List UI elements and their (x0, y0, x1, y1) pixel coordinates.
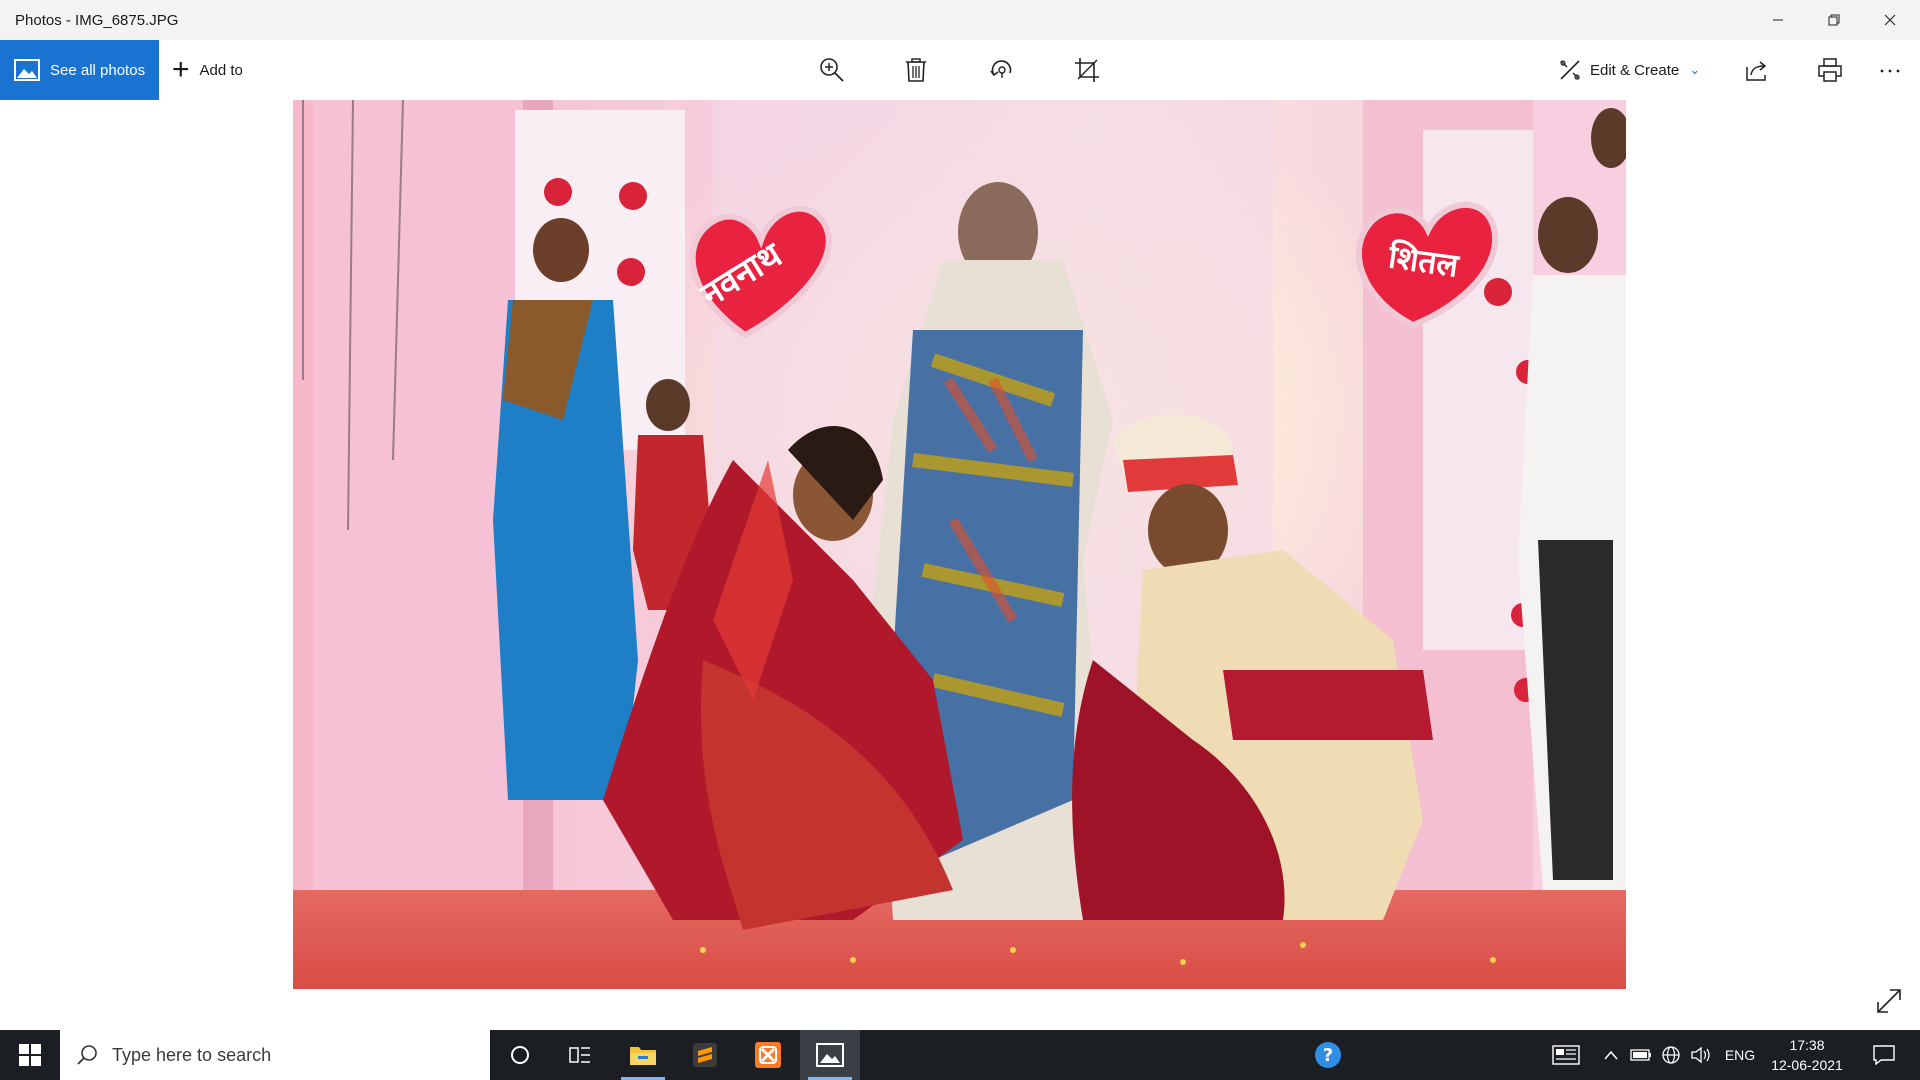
more-icon (1880, 69, 1900, 73)
battery-icon (1630, 1049, 1651, 1061)
sublime-text-taskbar-button[interactable] (675, 1030, 735, 1080)
see-all-photos-label: See all photos (50, 61, 146, 79)
speaker-icon (1691, 1046, 1710, 1064)
restore-icon (1828, 14, 1840, 26)
start-button[interactable] (0, 1030, 60, 1080)
expand-icon (1877, 989, 1901, 1013)
trash-icon (906, 58, 926, 82)
clock-date: 12-06-2021 (1771, 1057, 1843, 1073)
share-button[interactable] (1737, 52, 1777, 88)
photos-app-icon (816, 1043, 844, 1067)
clock-time: 17:38 (1789, 1037, 1825, 1053)
cortana-button[interactable] (490, 1030, 550, 1080)
share-icon (1746, 61, 1767, 81)
edit-create-label: Edit & Create (1590, 61, 1680, 79)
folder-icon (630, 1047, 656, 1065)
edit-create-button[interactable]: Edit & Create ⌄ (1558, 40, 1700, 100)
news-widget-button[interactable] (1548, 1030, 1584, 1080)
crop-icon (1075, 58, 1099, 82)
minimize-button[interactable] (1750, 0, 1806, 40)
search-icon (77, 1045, 97, 1065)
help-taskbar-button[interactable]: ? (1298, 1030, 1358, 1080)
photos-icon (14, 59, 40, 81)
close-button[interactable] (1862, 0, 1918, 40)
minimize-icon (1773, 19, 1783, 21)
plus-icon: + (172, 53, 190, 86)
globe-icon (1662, 1046, 1680, 1064)
photos-taskbar-button[interactable] (800, 1030, 860, 1080)
xampp-icon (755, 1042, 781, 1068)
more-options-button[interactable] (1870, 52, 1910, 88)
sublime-text-icon (693, 1043, 717, 1067)
taskbar-search-box[interactable]: Type here to search (60, 1030, 490, 1080)
cortana-icon (511, 1046, 529, 1064)
show-hidden-icons-button[interactable] (1600, 1030, 1622, 1080)
task-view-button[interactable] (550, 1030, 610, 1080)
title-bar: Photos - IMG_6875.JPG (0, 0, 1920, 40)
xampp-taskbar-button[interactable] (738, 1030, 798, 1080)
windows-logo-icon (19, 1044, 41, 1066)
photo-image[interactable]: नवनाथ शितल (293, 100, 1626, 989)
crop-button[interactable] (1067, 52, 1107, 88)
wedding-photo: नवनाथ शितल (293, 100, 1626, 989)
zoom-button[interactable] (812, 52, 852, 88)
action-center-button[interactable] (1862, 1030, 1906, 1080)
close-icon (1884, 14, 1896, 26)
battery-button[interactable] (1628, 1030, 1654, 1080)
network-button[interactable] (1658, 1030, 1684, 1080)
taskbar: Type here to search ? ENG 17:38 12-06-20… (0, 1030, 1920, 1080)
full-screen-button[interactable] (1872, 984, 1906, 1018)
add-to-button[interactable]: + Add to (172, 40, 243, 100)
file-explorer-taskbar-button[interactable] (613, 1030, 673, 1080)
edit-create-icon (1560, 60, 1580, 80)
print-icon (1818, 58, 1842, 82)
delete-button[interactable] (896, 52, 936, 88)
toolbar: See all photos + Add to Edit & Create ⌄ (0, 40, 1920, 100)
task-view-icon (569, 1047, 590, 1063)
restore-button[interactable] (1806, 0, 1862, 40)
search-placeholder: Type here to search (112, 1044, 272, 1065)
taskbar-clock[interactable]: 17:38 12-06-2021 (1754, 1035, 1860, 1075)
window-title: Photos - IMG_6875.JPG (15, 12, 179, 29)
notification-icon (1873, 1045, 1895, 1065)
print-button[interactable] (1810, 52, 1850, 88)
chevron-up-icon (1604, 1050, 1618, 1060)
see-all-photos-button[interactable]: See all photos (0, 40, 159, 100)
zoom-in-icon (820, 58, 844, 82)
news-icon (1552, 1045, 1580, 1065)
svg-text:?: ? (1323, 1045, 1333, 1066)
help-icon: ? (1315, 1042, 1341, 1068)
add-to-label: Add to (199, 61, 243, 79)
rotate-button[interactable] (982, 52, 1022, 88)
rotate-icon (990, 60, 1012, 78)
chevron-down-icon: ⌄ (1689, 62, 1701, 77)
volume-button[interactable] (1688, 1030, 1714, 1080)
